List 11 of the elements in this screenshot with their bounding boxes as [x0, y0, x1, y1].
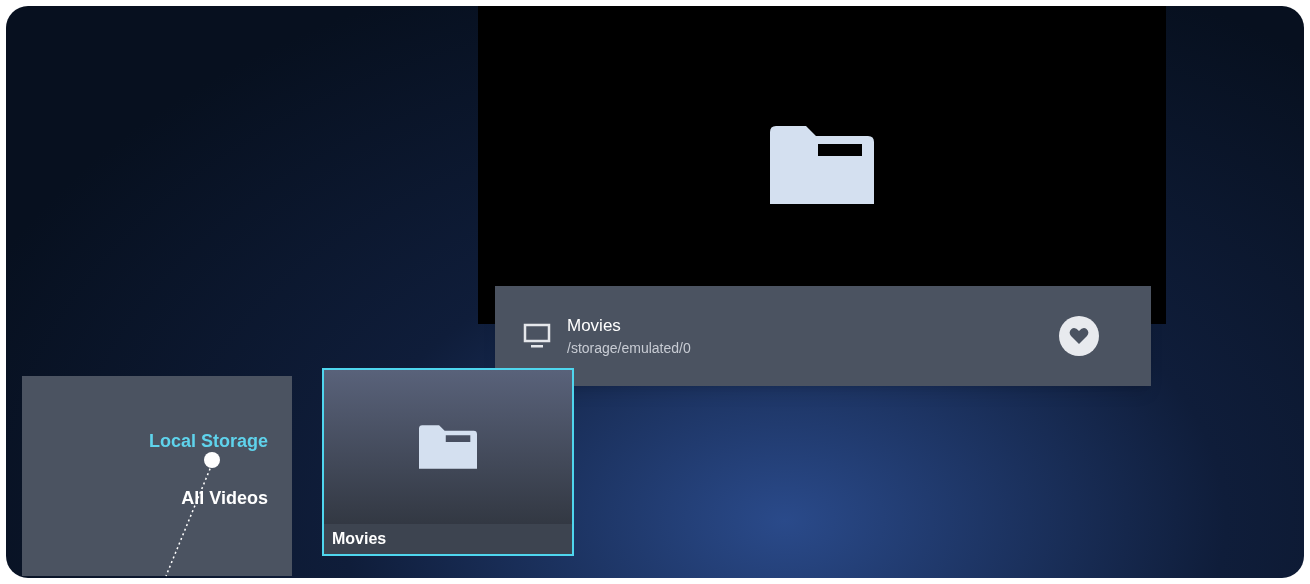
sidebar-item[interactable]: All Videos [181, 485, 268, 512]
tile-label: Movies [324, 524, 572, 554]
favorite-button[interactable] [1059, 316, 1099, 356]
heart-icon [1069, 327, 1089, 345]
folder-title: Movies [567, 314, 622, 337]
sidebar-item[interactable]: Local Storage [148, 428, 268, 455]
folder-icon [419, 424, 477, 470]
folder-path: /storage/emulated/0 [567, 339, 692, 359]
folder-tile[interactable]: Movies [322, 368, 574, 556]
monitor-icon [523, 323, 551, 349]
folder-icon [770, 126, 874, 204]
